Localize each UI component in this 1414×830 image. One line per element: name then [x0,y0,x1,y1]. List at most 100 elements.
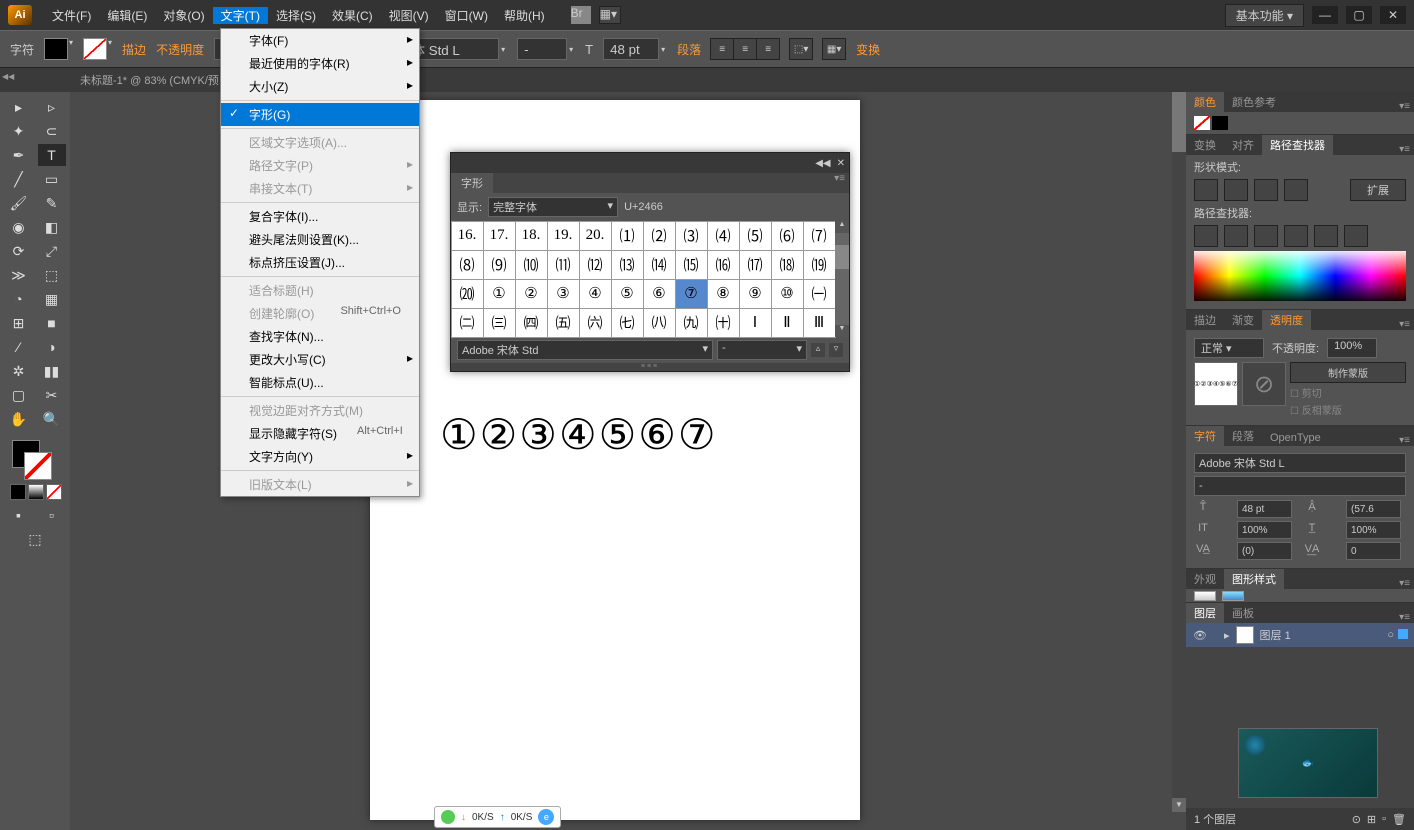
pen-tool[interactable]: ✒ [5,144,33,166]
glyph-cell[interactable]: ⑥ [643,279,676,309]
char-kerning-input[interactable] [1237,542,1292,560]
divide-button[interactable] [1194,225,1218,247]
mask-target[interactable]: ⊘ [1242,362,1286,406]
no-color-swatch[interactable] [1194,116,1210,130]
new-sublayer-icon[interactable]: ⊞ [1367,813,1376,826]
menu-item[interactable]: 显示隐藏字符(S)Alt+Ctrl+I [221,422,419,445]
browser-icon[interactable]: e [538,809,554,825]
screen-mode-toggle[interactable]: ⬚ [21,528,49,550]
glyph-cell[interactable]: Ⅲ [803,308,836,338]
char-tracking-input[interactable] [1346,542,1401,560]
char-vscale-input[interactable] [1237,521,1292,539]
glyph-cell[interactable]: ⒂ [675,250,708,280]
stroke-tab[interactable]: 描边 [1186,310,1224,330]
glyph-cell[interactable]: ③ [547,279,580,309]
glyph-cell[interactable]: 19. [547,221,580,251]
perspective-tool[interactable]: ▦ [38,288,66,310]
glyph-cell[interactable]: ⑴ [611,221,644,251]
menu-item[interactable]: 字体(F)▸ [221,29,419,52]
glyph-cell[interactable]: ⒃ [707,250,740,280]
menu-item[interactable]: 大小(Z)▸ [221,75,419,98]
new-layer-icon[interactable]: ▫ [1382,813,1386,826]
char-hscale-input[interactable] [1346,521,1401,539]
menu-item[interactable]: 复合字体(I)... [221,205,419,228]
background-swatch[interactable] [24,452,52,480]
color-guide-tab[interactable]: 颜色参考 [1224,92,1284,112]
glyph-cell[interactable]: ① [483,279,516,309]
menu-item[interactable]: 查找字体(N)... [221,325,419,348]
screen-mode-full[interactable]: ▫ [38,504,66,526]
glyph-cell[interactable]: ⒅ [771,250,804,280]
glyphs-zoom-in[interactable]: ▿ [829,343,843,357]
direct-selection-tool[interactable]: ▹ [38,96,66,118]
glyph-cell[interactable]: 16. [451,221,484,251]
glyph-cell[interactable]: ⒁ [643,250,676,280]
glyph-cell[interactable]: ⒀ [611,250,644,280]
color-spectrum[interactable] [1194,251,1406,301]
char-font-family[interactable] [1194,453,1406,473]
fill-mode-color[interactable] [10,484,26,500]
window-maximize[interactable]: ▢ [1346,6,1372,24]
gradient-tool[interactable]: ■ [38,312,66,334]
mesh-tool[interactable]: ⊞ [5,312,33,334]
menu-item[interactable]: 更改大小写(C)▸ [221,348,419,371]
menu-item[interactable]: 文字方向(Y)▸ [221,445,419,468]
glyph-cell[interactable]: ⑷ [707,221,740,251]
graph-tool[interactable]: ▮▮ [38,360,66,382]
glyph-cell[interactable]: ⑸ [739,221,772,251]
color-panel-menu-icon[interactable]: ▾≡ [1395,101,1414,112]
symbol-sprayer-tool[interactable]: ✲ [5,360,33,382]
artboard-tool[interactable]: ▢ [5,384,33,406]
blend-mode-select[interactable]: 正常 ▾ [1194,338,1264,358]
invert-mask-checkbox-label[interactable]: 反相蒙版 [1302,406,1342,417]
glyph-cell[interactable]: ⑤ [611,279,644,309]
menu-编辑e[interactable]: 编辑(E) [99,7,155,24]
minus-front-button[interactable] [1224,179,1248,201]
align-right-button[interactable]: ≡ [756,38,780,60]
glyph-cell[interactable]: 17. [483,221,516,251]
glyphs-font-select[interactable]: Adobe 宋体 Std▾ [457,340,713,360]
black-swatch[interactable] [1212,116,1228,130]
locate-layer-icon[interactable]: ⊙ [1352,813,1361,826]
glyph-cell[interactable]: Ⅱ [771,308,804,338]
align-center-button[interactable]: ≡ [733,38,757,60]
layer-name[interactable]: 图层 1 [1260,627,1291,643]
opentype-tab[interactable]: OpenType [1262,430,1329,446]
color-swatches[interactable] [12,440,52,480]
graphic-styles-tab[interactable]: 图形样式 [1224,569,1284,589]
menu-视图v[interactable]: 视图(V) [381,7,437,24]
glyph-cell[interactable]: ⑦ [675,279,708,309]
glyph-cell[interactable]: ⑹ [771,221,804,251]
transform-tab[interactable]: 变换 [1186,135,1224,155]
align-left-button[interactable]: ≡ [710,38,734,60]
slice-tool[interactable]: ✂ [38,384,66,406]
eraser-tool[interactable]: ◧ [38,216,66,238]
window-minimize[interactable]: — [1312,6,1338,24]
canvas-text[interactable]: ①②③④⑤⑥⑦ [440,410,718,460]
layers-panel-menu-icon[interactable]: ▾≡ [1395,612,1414,623]
zoom-tool[interactable]: 🔍 [38,408,66,430]
menu-文件f[interactable]: 文件(F) [44,7,99,24]
glyph-cell[interactable]: 18. [515,221,548,251]
character-panel-menu-icon[interactable]: ▾≡ [1395,435,1414,446]
appearance-tab[interactable]: 外观 [1186,569,1224,589]
fill-mode-gradient[interactable] [28,484,44,500]
panel-collapse-arrow[interactable]: ◀◀ [2,72,12,82]
free-transform-tool[interactable]: ⬚ [38,264,66,286]
glyphs-collapse-icon[interactable]: ◀◀ [815,158,830,169]
glyphs-style-select[interactable]: -▾ [717,340,807,360]
glyph-cell[interactable]: ⑶ [675,221,708,251]
eyedropper-tool[interactable]: ⁄ [5,336,33,358]
rotate-tool[interactable]: ⟳ [5,240,33,262]
shape-builder-tool[interactable]: ◔ [5,288,33,310]
glyph-cell[interactable]: ㈩ [707,308,740,338]
glyph-cell[interactable]: ㈥ [579,308,612,338]
glyph-cell[interactable]: ㈨ [675,308,708,338]
menu-窗口w[interactable]: 窗口(W) [437,7,496,24]
pathfinder-tab[interactable]: 路径查找器 [1262,135,1333,155]
glyph-cell[interactable]: ⒄ [739,250,772,280]
document-tab[interactable]: 未标题-1* @ 83% (CMYK/预 [80,72,219,88]
glyphs-show-select[interactable]: 完整字体 ▾ [488,197,618,217]
bridge-icon[interactable]: Br [571,6,591,24]
glyph-cell[interactable]: ② [515,279,548,309]
